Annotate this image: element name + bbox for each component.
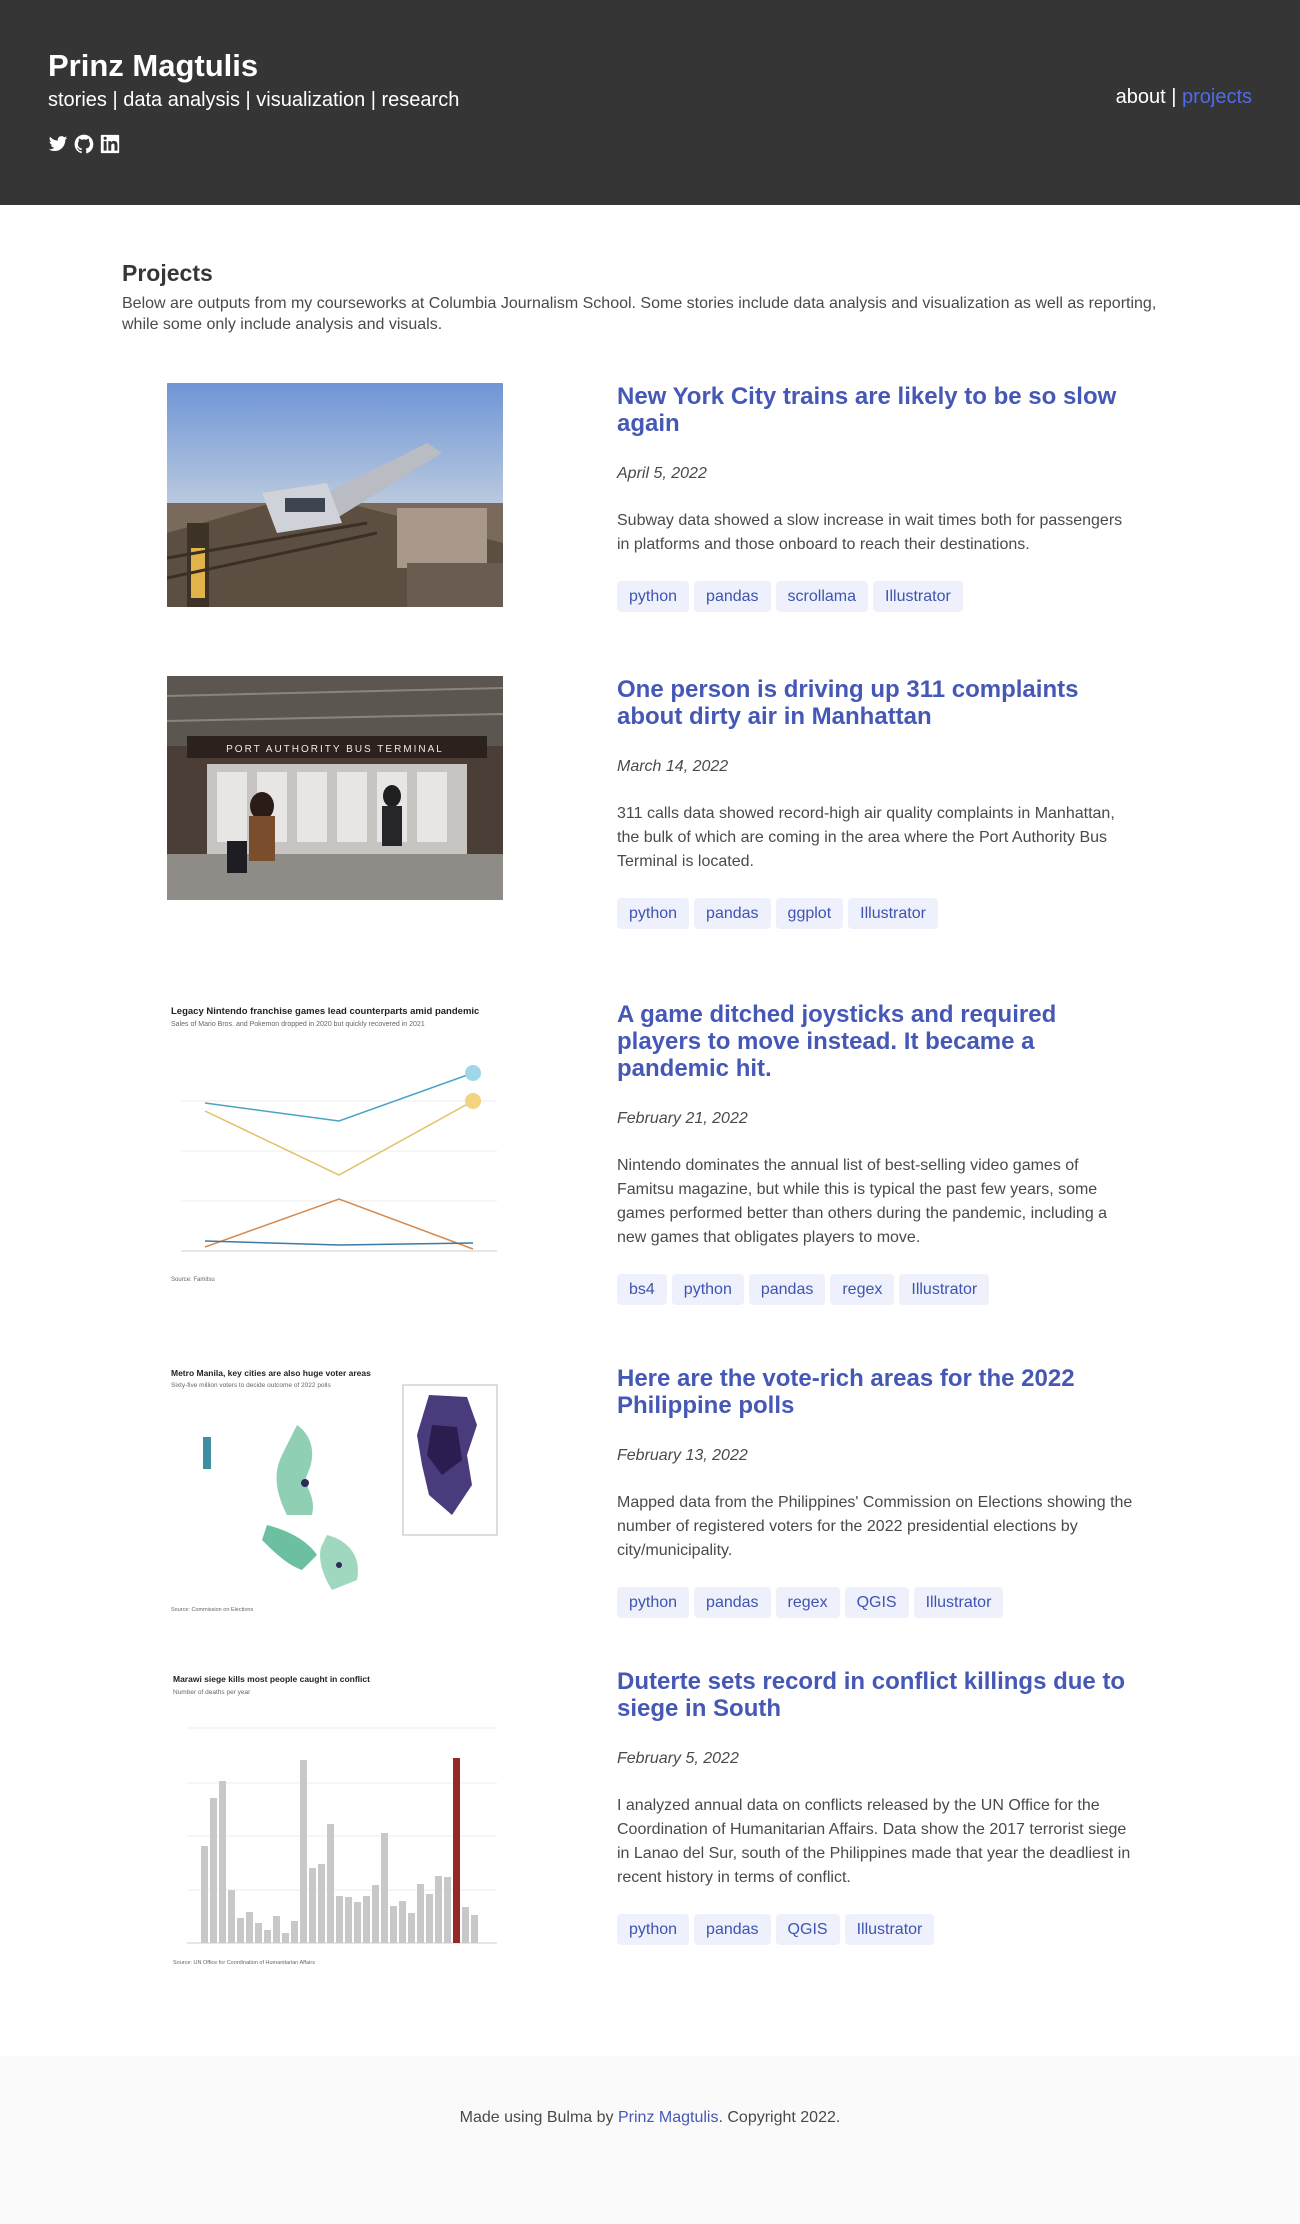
project-info: Duterte sets record in conflict killings…	[617, 1668, 1137, 1945]
main-content: Projects Below are outputs from my cours…	[0, 205, 1300, 1968]
nav-separator: |	[1165, 86, 1182, 108]
footer-prefix: Made using Bulma by	[459, 2109, 618, 2126]
train-photo	[167, 383, 503, 607]
project-thumbnail-train[interactable]	[167, 383, 503, 607]
project-description: I analyzed annual data on conflicts rele…	[617, 1797, 1131, 1886]
project-card: New York City trains are likely to be so…	[122, 383, 1178, 612]
tag: scrollama	[775, 581, 869, 612]
conflict-chart-image: Marawi siege kills most people caught in…	[167, 1668, 503, 1968]
tag: Illustrator	[873, 581, 963, 612]
bus-terminal-photo: PORT AUTHORITY BUS TERMINAL	[167, 676, 503, 900]
site-footer: Made using Bulma by Prinz Magtulis. Copy…	[0, 2056, 1300, 2224]
tag: pandas	[694, 1587, 771, 1618]
project-tags: python pandas scrollama Illustrator	[617, 581, 1137, 612]
project-description: Nintendo dominates the annual list of be…	[617, 1157, 1108, 1246]
project-tags: bs4 python pandas regex Illustrator	[617, 1274, 1137, 1305]
thumb-chart-title: Legacy Nintendo franchise games lead cou…	[171, 1006, 479, 1017]
tag: python	[617, 1587, 690, 1618]
site-header: Prinz Magtulis stories | data analysis |…	[0, 0, 1300, 205]
tag: pandas	[694, 1914, 771, 1945]
voter-map-image: Metro Manila, key cities are also huge v…	[167, 1365, 503, 1615]
tag: python	[671, 1274, 744, 1305]
tag: python	[617, 1914, 690, 1945]
project-date: February 5, 2022	[617, 1750, 739, 1767]
tag: QGIS	[775, 1914, 840, 1945]
social-links	[48, 134, 459, 154]
project-title[interactable]: A game ditched joysticks and required pl…	[617, 1001, 1137, 1082]
project-card: Legacy Nintendo franchise games lead cou…	[122, 1001, 1178, 1305]
project-tags: python pandas regex QGIS Illustrator	[617, 1587, 1137, 1618]
project-card: Marawi siege kills most people caught in…	[122, 1668, 1178, 1968]
project-date: February 21, 2022	[617, 1110, 748, 1127]
project-title[interactable]: Here are the vote-rich areas for the 202…	[617, 1365, 1137, 1419]
tag: ggplot	[775, 898, 844, 929]
site-subtitle: stories | data analysis | visualization …	[48, 89, 460, 111]
footer-author-link[interactable]: Prinz Magtulis	[618, 2109, 718, 2126]
tag: pandas	[694, 581, 771, 612]
section-title: Projects	[122, 260, 213, 286]
project-info: Here are the vote-rich areas for the 202…	[617, 1365, 1137, 1618]
tag: python	[617, 898, 690, 929]
nav-projects[interactable]: projects	[1182, 86, 1252, 108]
project-thumbnail-nintendo-chart[interactable]: Legacy Nintendo franchise games lead cou…	[167, 1001, 503, 1287]
project-thumbnail-voter-map[interactable]: Metro Manila, key cities are also huge v…	[167, 1365, 503, 1615]
top-nav: about | projects	[1116, 86, 1252, 109]
brand: Prinz Magtulis stories | data analysis |…	[48, 48, 459, 154]
project-description: Mapped data from the Philippines' Commis…	[617, 1494, 1133, 1559]
thumb-map-subtitle: Sixty-five million voters to decide outc…	[171, 1382, 331, 1389]
section-intro: Below are outputs from my courseworks at…	[122, 295, 1157, 333]
tag: QGIS	[844, 1587, 909, 1618]
linkedin-link[interactable]	[100, 134, 120, 154]
project-tags: python pandas QGIS Illustrator	[617, 1914, 1137, 1945]
linkedin-icon	[100, 134, 120, 154]
tag: Illustrator	[899, 1274, 990, 1305]
twitter-icon	[48, 136, 68, 151]
site-title[interactable]: Prinz Magtulis	[48, 48, 459, 84]
footer-suffix: . Copyright 2022.	[718, 2109, 841, 2126]
tag: python	[617, 581, 690, 612]
tag: Illustrator	[844, 1914, 935, 1945]
thumb-chart-subtitle: Sales of Mario Bros. and Pokemon dropped…	[171, 1021, 425, 1028]
thumb-chart-source: Source: Famitsu	[171, 1277, 215, 1283]
project-date: April 5, 2022	[617, 465, 707, 482]
project-info: A game ditched joysticks and required pl…	[617, 1001, 1137, 1305]
thumb-conflict-source: Source: UN Office for Coordination of Hu…	[173, 1960, 315, 1966]
project-info: New York City trains are likely to be so…	[617, 383, 1137, 612]
project-thumbnail-conflict-chart[interactable]: Marawi siege kills most people caught in…	[167, 1668, 503, 1968]
tag: bs4	[617, 1274, 667, 1305]
tag: Illustrator	[848, 898, 938, 929]
project-title[interactable]: New York City trains are likely to be so…	[617, 383, 1137, 437]
project-info: One person is driving up 311 complaints …	[617, 676, 1137, 929]
project-description: Subway data showed a slow increase in wa…	[617, 512, 1123, 553]
project-title[interactable]: One person is driving up 311 complaints …	[617, 676, 1137, 730]
nav-about[interactable]: about	[1116, 86, 1166, 108]
thumb-map-source: Source: Commission on Elections	[171, 1607, 253, 1613]
project-description: 311 calls data showed record-high air qu…	[617, 805, 1115, 870]
tag: regex	[830, 1274, 895, 1305]
terminal-sign-text: PORT AUTHORITY BUS TERMINAL	[226, 744, 444, 755]
github-icon	[74, 134, 94, 154]
thumb-conflict-subtitle: Number of deaths per year	[173, 1689, 251, 1696]
project-card: Metro Manila, key cities are also huge v…	[122, 1365, 1178, 1618]
tag: pandas	[748, 1274, 826, 1305]
thumb-conflict-title: Marawi siege kills most people caught in…	[173, 1674, 370, 1684]
project-card: PORT AUTHORITY BUS TERMINAL One person i…	[122, 676, 1178, 929]
tag: regex	[775, 1587, 840, 1618]
project-tags: python pandas ggplot Illustrator	[617, 898, 1137, 929]
twitter-link[interactable]	[48, 134, 68, 154]
tag: pandas	[694, 898, 771, 929]
project-title[interactable]: Duterte sets record in conflict killings…	[617, 1668, 1137, 1722]
project-date: February 13, 2022	[617, 1447, 748, 1464]
tag: Illustrator	[913, 1587, 1004, 1618]
thumb-map-title: Metro Manila, key cities are also huge v…	[171, 1368, 371, 1378]
project-thumbnail-bus-terminal[interactable]: PORT AUTHORITY BUS TERMINAL	[167, 676, 503, 900]
nintendo-chart-image: Legacy Nintendo franchise games lead cou…	[167, 1001, 503, 1287]
github-link[interactable]	[74, 134, 94, 154]
project-date: March 14, 2022	[617, 758, 729, 775]
